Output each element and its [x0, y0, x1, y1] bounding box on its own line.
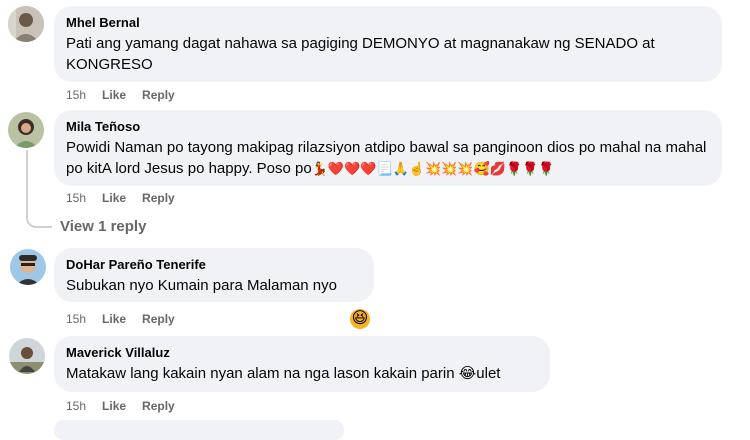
- comment-actions: 15h Like Reply: [66, 87, 175, 103]
- comment-text-body: Matakaw lang kakain nyan alam na nga las…: [66, 365, 459, 382]
- laughing-reaction-icon[interactable]: 😆: [350, 309, 370, 329]
- comment-text: Pati ang yamang dagat nahawa sa pagiging…: [66, 35, 655, 73]
- like-button[interactable]: Like: [102, 190, 126, 206]
- reply-button[interactable]: Reply: [142, 398, 175, 414]
- comment-bubble: Mhel Bernal Pati ang yamang dagat nahawa…: [54, 6, 722, 82]
- view-replies-link[interactable]: View 1 reply: [60, 218, 146, 235]
- avatar[interactable]: [8, 112, 44, 148]
- comment-actions: 15h Like Reply: [66, 398, 175, 414]
- comment-timestamp[interactable]: 15h: [66, 87, 86, 103]
- reply-button[interactable]: Reply: [142, 87, 175, 103]
- comment-actions: 15h Like Reply: [66, 190, 175, 206]
- comment-actions: 15h Like Reply: [66, 311, 175, 327]
- comment-bubble: DoHar Pareño Tenerife Subukan nyo Kumain…: [54, 248, 374, 302]
- avatar[interactable]: [8, 6, 44, 42]
- reply-thread-connector: [26, 150, 52, 228]
- comment-bubble: Maverick Villaluz Matakaw lang kakain ny…: [54, 336, 550, 392]
- comment-author[interactable]: Maverick Villaluz: [66, 344, 538, 361]
- comment-author[interactable]: DoHar Pareño Tenerife: [66, 256, 362, 273]
- emoji-sequence: 💃❤️❤️❤️📃🙏☝️💥💥💥🥰💋🌹🌹🌹: [311, 161, 555, 176]
- avatar[interactable]: [10, 249, 46, 285]
- reaction-glyph: 😆: [351, 310, 369, 327]
- reply-button[interactable]: Reply: [142, 190, 175, 206]
- comment-bubble: Mila Teñoso Powidi Naman po tayong makip…: [54, 110, 722, 186]
- like-button[interactable]: Like: [102, 87, 126, 103]
- comment-timestamp[interactable]: 15h: [66, 190, 86, 206]
- like-button[interactable]: Like: [102, 398, 126, 414]
- joy-emoji-icon: 😂: [458, 365, 477, 382]
- comment-text: Subukan nyo Kumain para Malaman nyo: [66, 277, 337, 294]
- like-button[interactable]: Like: [102, 311, 126, 327]
- avatar[interactable]: [9, 338, 45, 374]
- comment-timestamp[interactable]: 15h: [66, 311, 86, 327]
- comment-text: Powidi Naman po tayong makipag rilazsiyo…: [66, 137, 710, 179]
- comment-text: Matakaw lang kakain nyan alam na nga las…: [66, 363, 538, 384]
- comment-text-tail: ulet: [476, 365, 501, 382]
- comment-author[interactable]: Mila Teñoso: [66, 118, 710, 135]
- reply-button[interactable]: Reply: [142, 311, 175, 327]
- comment-author[interactable]: Mhel Bernal: [66, 14, 710, 31]
- comment-timestamp[interactable]: 15h: [66, 398, 86, 414]
- comment-bubble-partial: [54, 420, 344, 440]
